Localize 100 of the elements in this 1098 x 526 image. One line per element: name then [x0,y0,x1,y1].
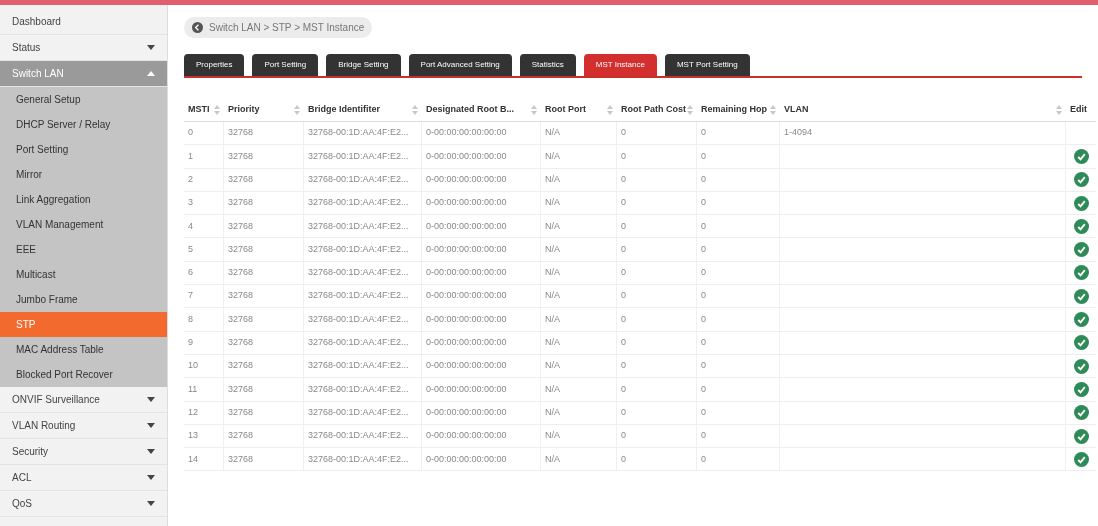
edit-icon[interactable] [1073,451,1089,467]
column-header[interactable]: Remaining Hop [697,102,780,117]
column-header[interactable]: Designated Root B... [422,102,541,117]
table-cell-text: 32768-00:1D:AA:4F:E2... [308,452,409,466]
edit-icon[interactable] [1073,312,1089,327]
table-cell: 0 [701,266,706,280]
table-cell-text: 32768-00:1D:AA:4F:E2... [308,405,409,419]
submenu-item[interactable]: DHCP Server / Relay [0,112,167,137]
sidebar-item[interactable]: Security [0,439,167,465]
breadcrumb-text: Switch LAN > STP > MST Instance [209,21,365,35]
column-header[interactable]: Edit [1066,102,1096,117]
edit-icon[interactable] [1073,265,1089,281]
column-header[interactable]: Root Port [541,102,617,117]
table-cell-text: 32768-00:1D:AA:4F:E2... [308,173,409,186]
table-cell-text: 32768-00:1D:AA:4F:E2... [308,219,409,233]
table-cell: 9 [188,336,193,350]
submenu-item[interactable]: Port Setting [0,137,167,162]
edit-icon[interactable] [1073,148,1089,164]
table-cell: 32768 [228,289,254,303]
submenu-item[interactable]: VLAN Management [0,212,167,237]
table-cell: 0-00:00:00:00:00:00 [426,126,507,140]
table-cell: 32768-00:1D:AA:4F:E2... [308,126,409,140]
table-cell: 32768 [228,359,254,373]
table-cell-text: 0 [621,452,626,466]
edit-icon[interactable] [1073,172,1089,188]
table-cell-text: N/A [545,452,560,466]
table-cell-text: 0-00:00:00:00:00:00 [426,219,507,233]
tab[interactable]: Port Setting [252,54,319,76]
table-cell: 0 [701,359,706,373]
submenu-item[interactable]: Mirror [0,162,167,187]
tab[interactable]: Port Advanced Setting [408,54,512,76]
submenu-item[interactable]: Link Aggregation [0,187,167,212]
submenu-item[interactable]: EEE [0,237,167,262]
sidebar-item[interactable]: Dashboard [0,9,167,35]
back-icon[interactable] [192,22,203,33]
submenu-item[interactable]: Multicast [0,262,167,287]
table-cell: 10 [188,359,198,373]
table-cell: 32768 [228,126,254,140]
table-cell-text: N/A [545,149,560,163]
tab[interactable]: Statistics [519,54,576,76]
edit-icon[interactable] [1073,195,1089,211]
submenu-item[interactable]: Blocked Port Recover [0,362,167,387]
edit-icon[interactable] [1073,218,1089,234]
table-cell-text: N/A [545,173,560,186]
table-cell-text: 0 [621,149,626,163]
table-cell-text: 0 [701,312,706,326]
table-cell: 3 [188,196,193,210]
caret-icon [147,71,155,76]
table-cell-text: 32768 [228,149,254,163]
table-cell: 0 [621,289,626,303]
sidebar-item[interactable]: QoS [0,491,167,517]
caret-icon [147,397,155,402]
column-header[interactable]: VLAN [780,102,1066,117]
submenu-item[interactable]: MAC Address Table [0,337,167,362]
table-cell-text: N/A [545,312,560,326]
edit-icon[interactable] [1073,288,1089,304]
table-cell: 0 [701,336,706,350]
tab[interactable]: Properties [184,54,245,76]
table-cell-text: 0-00:00:00:00:00:00 [426,242,507,256]
sidebar-item[interactable]: VLAN Routing [0,413,167,439]
column-header[interactable]: Bridge Identifiter [304,102,422,117]
table-cell-text: 0 [621,382,626,396]
table-cell-text: 0 [701,452,706,466]
caret-icon [147,45,155,50]
edit-icon[interactable] [1073,358,1089,374]
column-header[interactable]: Priority [224,102,304,117]
caret-icon [147,475,155,480]
table-cell-text: 0 [701,149,706,163]
table-cell: 1-4094 [784,126,813,140]
column-header[interactable]: MSTI [184,102,224,117]
edit-icon[interactable] [1073,428,1089,444]
tab[interactable]: Bridge Setting [326,54,401,76]
table-cell-text: 0 [701,173,706,186]
table-cell: 0 [621,359,626,373]
table-cell: 0-00:00:00:00:00:00 [426,429,507,443]
caret-icon [147,449,155,454]
edit-icon[interactable] [1073,335,1089,351]
table-cell: 0 [621,126,626,140]
table-cell-text: 32768 [228,242,254,256]
table-cell-text: 32768 [228,382,254,396]
tab[interactable]: MST Instance [583,54,657,76]
sidebar-item[interactable]: ACL [0,465,167,491]
tab[interactable]: MST Port Setting [664,54,750,76]
table-cell: N/A [545,196,560,210]
column-header[interactable]: Root Path Cost [617,102,697,117]
edit-icon[interactable] [1073,405,1089,421]
table-cell-text: 32768 [228,173,254,186]
table-cell: 0 [701,126,706,140]
submenu-item[interactable]: General Setup [0,87,167,112]
table-cell: 32768 [228,336,254,350]
submenu-item[interactable]: Jumbo Frame [0,287,167,312]
sidebar-item[interactable]: ONVIF Surveillance [0,387,167,413]
table-cell: 32768-00:1D:AA:4F:E2... [308,289,409,303]
table-cell-text: 0 [621,405,626,419]
table-cell: 0-00:00:00:00:00:00 [426,266,507,280]
edit-icon[interactable] [1073,381,1089,397]
table-cell: N/A [545,429,560,443]
table-cell: N/A [545,266,560,280]
table-cell-text: 0-00:00:00:00:00:00 [426,405,507,419]
edit-icon[interactable] [1073,242,1089,258]
